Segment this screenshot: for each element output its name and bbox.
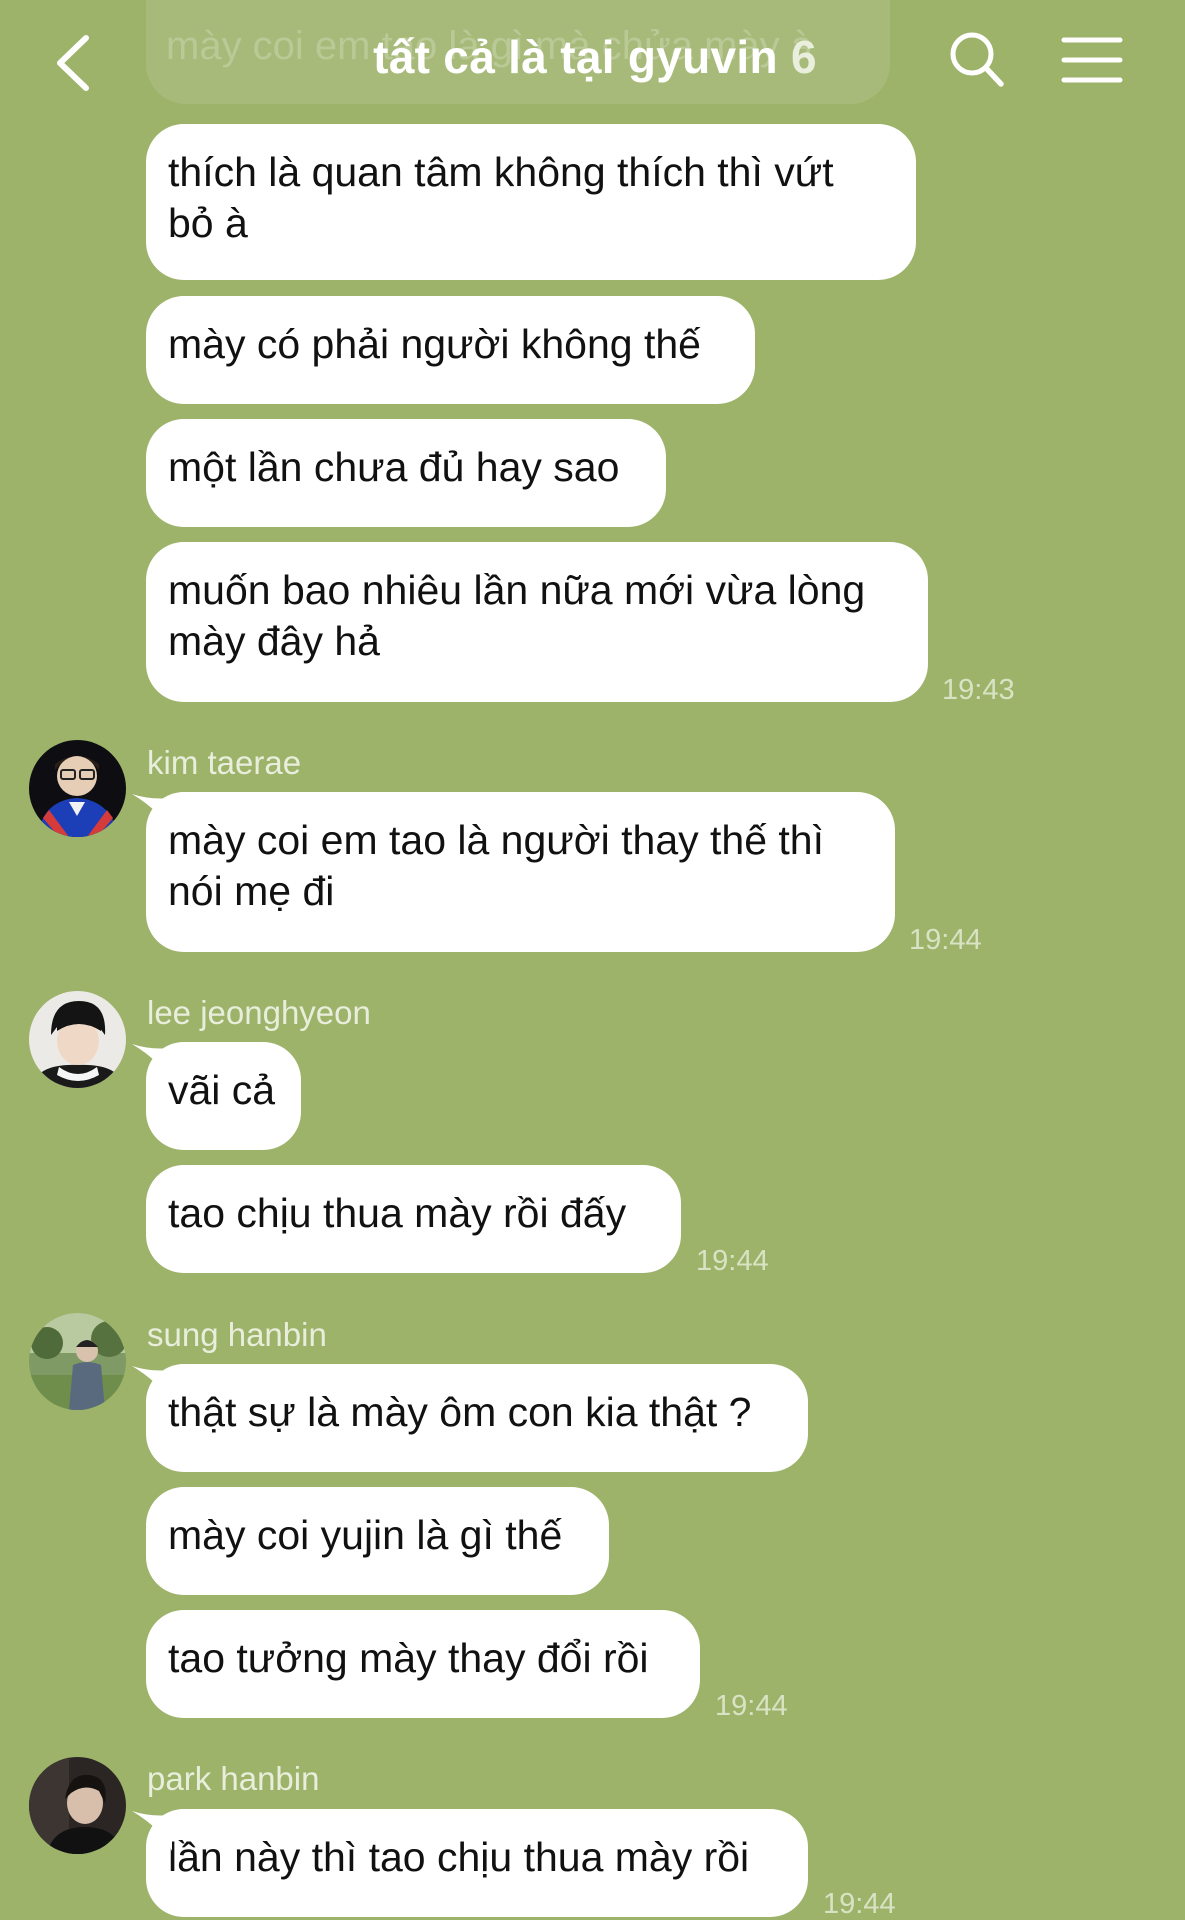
- avatar-sung-hanbin[interactable]: [29, 1313, 126, 1410]
- sender-name: lee jeonghyeon: [147, 994, 371, 1031]
- search-icon: [950, 32, 1004, 87]
- message-timestamp: 19:44: [823, 1888, 896, 1920]
- message-bubble[interactable]: lần này thì tao chịu thua mày rồi: [132, 1809, 808, 1917]
- menu-button[interactable]: [1060, 34, 1124, 86]
- sender-name: sung hanbin: [147, 1316, 327, 1353]
- chat-header: tất cả là tại gyuvin 6: [0, 0, 1185, 125]
- message-timestamp: 19:44: [909, 924, 982, 956]
- message-text: tao tưởng mày thay đổi rồi: [168, 1635, 649, 1681]
- message-bubble[interactable]: thích là quan tâm không thích thì vứt bỏ…: [146, 124, 916, 280]
- avatar-image: [29, 1313, 126, 1410]
- chevron-left-icon: [57, 35, 89, 91]
- bubble-tail: [132, 1811, 172, 1851]
- avatar-lee-jeonghyeon[interactable]: [29, 991, 126, 1088]
- message-text: một lần chưa đủ hay sao: [168, 444, 620, 490]
- avatar-park-hanbin[interactable]: [29, 1757, 126, 1854]
- bubble-tail: [132, 1044, 172, 1084]
- message-bubble[interactable]: vãi cả: [132, 1042, 301, 1150]
- sender-name: park hanbin: [147, 1760, 320, 1797]
- message-bubble[interactable]: mày có phải người không thế: [146, 296, 755, 404]
- member-count: 6: [791, 31, 817, 83]
- message-bubble[interactable]: một lần chưa đủ hay sao: [146, 419, 666, 527]
- chat-title-text: tất cả là tại gyuvin: [373, 31, 778, 83]
- message-text: thật sự là mày ôm con kia thật ?: [168, 1389, 752, 1435]
- message-bubble[interactable]: mày coi em tao là người thay thế thì nói…: [132, 792, 895, 952]
- message-text: mày coi em tao là người thay thế thì: [168, 817, 824, 863]
- message-text: vãi cả: [168, 1067, 276, 1113]
- message-text: lần này thì tao chịu thua mày rồi: [168, 1834, 750, 1880]
- message-text: muốn bao nhiêu lần nữa mới vừa lòng: [168, 567, 866, 613]
- message-text-line2: mày đây hả: [168, 618, 380, 664]
- avatar-image: [29, 740, 126, 837]
- message-timestamp: 19:44: [696, 1245, 769, 1277]
- chat-screen: mày coi em tao là gì mà chửa mày à tất c…: [0, 0, 1185, 1920]
- message-timestamp: 19:43: [942, 674, 1015, 706]
- chat-title: tất cả là tại gyuvin 6: [300, 30, 890, 84]
- back-button[interactable]: [48, 28, 108, 98]
- sender-name: kim taerae: [147, 744, 302, 781]
- message-bubble[interactable]: tao chịu thua mày rồi đấy: [146, 1165, 681, 1273]
- avatar-image: [29, 991, 126, 1088]
- message-bubble[interactable]: muốn bao nhiêu lần nữa mới vừa lòng mày …: [146, 542, 928, 702]
- message-bubble[interactable]: tao tưởng mày thay đổi rồi: [146, 1610, 700, 1718]
- message-timestamp: 19:44: [715, 1690, 788, 1722]
- avatar-image: [29, 1757, 126, 1854]
- bubble-tail: [132, 1366, 172, 1406]
- message-text-line2: bỏ à: [168, 200, 248, 246]
- message-text-line2: nói mẹ đi: [168, 868, 335, 914]
- bubble-tail: [132, 794, 172, 834]
- message-text: mày có phải người không thế: [168, 321, 701, 367]
- message-text: thích là quan tâm không thích thì vứt: [168, 149, 834, 195]
- message-text: tao chịu thua mày rồi đấy: [168, 1190, 627, 1236]
- avatar-kim-taerae[interactable]: [29, 740, 126, 837]
- message-text: mày coi yujin là gì thế: [168, 1512, 563, 1558]
- search-button[interactable]: [948, 30, 1006, 90]
- hamburger-menu-icon: [1061, 37, 1123, 83]
- message-bubble[interactable]: mày coi yujin là gì thế: [146, 1487, 609, 1595]
- message-bubble[interactable]: thật sự là mày ôm con kia thật ?: [132, 1364, 808, 1472]
